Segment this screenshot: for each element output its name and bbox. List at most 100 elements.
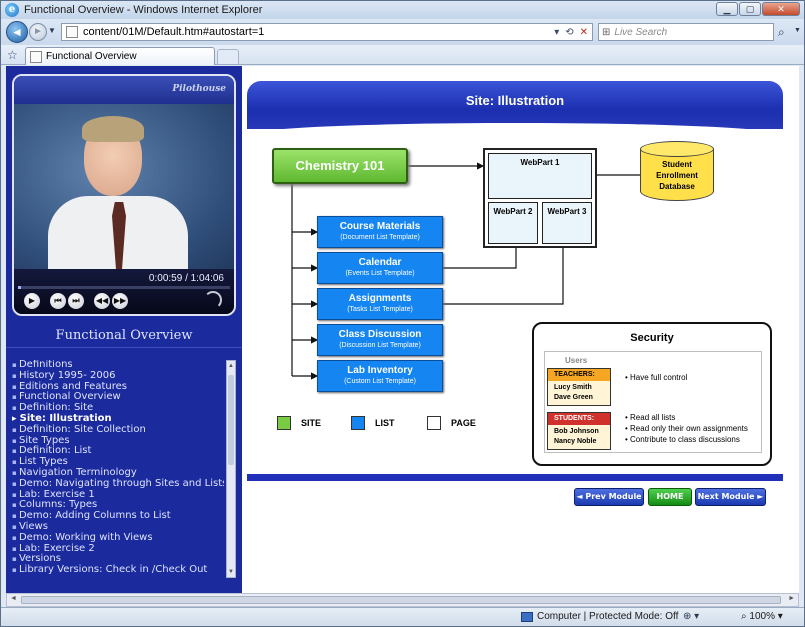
topic-item[interactable]: Library Versions: Check in /Check Out — [12, 564, 224, 576]
search-options-dropdown-icon[interactable]: ▼ — [794, 27, 801, 34]
zoom-dropdown-icon[interactable]: ▾ — [778, 611, 783, 622]
webpart-2: WebPart 2 — [488, 202, 538, 244]
video-progress-bar[interactable] — [18, 286, 230, 289]
url-field[interactable]: content/01M/Default.htm#autostart=1 ▾ ⟲ … — [61, 23, 593, 41]
live-search-logo-icon: ⊞ — [602, 26, 611, 38]
security-panel: Security Users TEACHERS: Lucy Smith Dave… — [532, 322, 772, 466]
scroll-down-icon[interactable]: ▼ — [228, 569, 234, 575]
list-box-lab-inventory: Lab Inventory (Custom List Template) — [317, 360, 443, 392]
list-box-class-discussion: Class Discussion (Discussion List Templa… — [317, 324, 443, 356]
security-title: Security — [630, 332, 674, 344]
legend-swatch-site — [277, 416, 291, 430]
prev-module-button[interactable]: ◄ Prev Module — [574, 488, 644, 506]
list-template: (Document List Template) — [340, 234, 420, 241]
database-label-line: Database — [659, 182, 695, 191]
next-module-button[interactable]: Next Module ► — [695, 488, 766, 506]
scroll-thumb[interactable] — [228, 375, 234, 465]
scroll-up-icon[interactable]: ▲ — [228, 363, 234, 369]
stop-icon[interactable]: ✕ — [580, 27, 588, 38]
pilothouse-logo: Pilothouse — [172, 84, 226, 94]
video-header: Pilothouse — [14, 76, 234, 104]
tab-page-icon — [30, 50, 42, 63]
list-template: (Events List Template) — [345, 270, 415, 277]
protected-mode-icon[interactable]: ⊕ ▾ — [683, 611, 699, 622]
rewind-icon[interactable]: ◀◀ — [94, 293, 110, 309]
list-template: (Custom List Template) — [344, 378, 416, 385]
slide-title: Site: Illustration — [465, 93, 565, 108]
forward-arrow-icon[interactable]: ► — [29, 23, 47, 41]
teacher-permission: Have full control — [625, 372, 687, 383]
list-box-assignments: Assignments (Tasks List Template) — [317, 288, 443, 320]
video-time: 0:00:59 / 1:04:06 — [148, 273, 224, 284]
skip-forward-icon[interactable]: ⏭ — [68, 293, 84, 309]
site-diagram: Chemistry 101 Course Materials (Document… — [247, 136, 783, 466]
tab-label: Functional Overview — [46, 51, 137, 62]
scroll-right-icon[interactable]: ► — [788, 595, 795, 602]
skip-back-icon[interactable]: ⏮ — [50, 293, 66, 309]
students-group: STUDENTS: Bob Johnson Nancy Noble — [547, 412, 611, 450]
list-title: Lab Inventory — [347, 365, 413, 376]
address-dropdown-icon[interactable]: ▾ — [554, 27, 559, 38]
legend-site: SITE — [277, 416, 321, 430]
maximize-icon[interactable]: ▢ — [739, 2, 761, 16]
video-frame[interactable] — [14, 104, 234, 276]
url-text: content/01M/Default.htm#autostart=1 — [83, 26, 265, 38]
window-title: Functional Overview - Windows Internet E… — [24, 4, 263, 16]
security-users-box: Users TEACHERS: Lucy Smith Dave Green Ha… — [544, 351, 762, 453]
volume-icon[interactable] — [204, 291, 222, 309]
zoom-control[interactable]: ⌕ 100% ▾ — [741, 611, 783, 622]
page-box: WebPart 1 WebPart 2 WebPart 3 — [483, 148, 597, 248]
status-bar: Computer | Protected Mode: Off ⊕ ▾ ⌕ 100… — [1, 607, 804, 626]
slide-divider — [247, 474, 783, 481]
home-button[interactable]: HOME — [648, 488, 692, 506]
tabs-bar: ☆ Functional Overview — [1, 45, 804, 65]
list-title: Course Materials — [339, 221, 421, 232]
refresh-icon[interactable]: ⟲ — [565, 27, 573, 38]
database-label-line: Enrollment — [656, 171, 698, 180]
students-role: STUDENTS: — [548, 413, 610, 425]
topic-list-scrollbar[interactable]: ▲ ▼ — [226, 360, 236, 578]
user-name: Bob Johnson — [554, 428, 599, 435]
database-label: Student Enrollment Database — [640, 159, 714, 192]
favorites-star-icon[interactable]: ☆ — [7, 48, 21, 62]
magnifier-icon[interactable]: ⌕ — [778, 25, 785, 40]
topic-item[interactable]: Definition: Site Collection — [12, 424, 224, 436]
users-label: Users — [565, 356, 588, 365]
user-name: Dave Green — [554, 394, 593, 401]
minimize-icon[interactable]: ▁ — [716, 2, 738, 16]
horizontal-scroll-thumb[interactable] — [21, 596, 781, 604]
user-name: Nancy Noble — [554, 438, 597, 445]
back-arrow-icon[interactable]: ◄ — [6, 21, 28, 43]
recent-pages-dropdown-icon[interactable]: ▼ — [48, 26, 56, 35]
new-tab-button[interactable] — [217, 49, 239, 64]
student-permission: Read only their own assignments — [625, 423, 748, 434]
title-bar: e Functional Overview - Windows Internet… — [1, 1, 804, 19]
ie-logo-icon: e — [5, 3, 19, 17]
horizontal-scrollbar[interactable]: ◄ ► — [6, 593, 799, 607]
legend-label: SITE — [301, 418, 322, 428]
students-names: Bob Johnson Nancy Noble — [548, 425, 610, 449]
topic-item[interactable]: Demo: Navigating through Sites and Lists — [12, 478, 224, 490]
scroll-left-icon[interactable]: ◄ — [10, 595, 17, 602]
topic-item[interactable]: Demo: Working with Views — [12, 532, 224, 544]
url-tools: ▾ ⟲ ✕ — [554, 24, 592, 40]
play-icon[interactable]: ▶ — [24, 293, 40, 309]
list-template: (Discussion List Template) — [339, 342, 421, 349]
tab-functional-overview[interactable]: Functional Overview — [25, 47, 215, 65]
teachers-group: TEACHERS: Lucy Smith Dave Green — [547, 368, 611, 406]
page-content: Pilothouse 0:00:59 / 1:04:06 ▶ ⏮ ⏭ ◀◀ ▶▶… — [6, 66, 799, 593]
fast-forward-icon[interactable]: ▶▶ — [112, 293, 128, 309]
legend-swatch-list — [351, 416, 365, 430]
topic-item[interactable]: History 1995- 2006 — [12, 370, 224, 382]
list-template: (Tasks List Template) — [347, 306, 413, 313]
student-enrollment-database: Student Enrollment Database — [640, 141, 714, 207]
close-icon[interactable]: ✕ — [762, 2, 800, 16]
site-box-chemistry: Chemistry 101 — [272, 148, 408, 184]
security-zone[interactable]: Computer | Protected Mode: Off — [521, 611, 678, 622]
legend-page: PAGE — [427, 416, 476, 430]
legend-list: LIST — [351, 416, 395, 430]
search-input[interactable]: ⊞ Live Search — [598, 23, 774, 41]
search-placeholder: Live Search — [614, 26, 668, 38]
webpart-1: WebPart 1 — [488, 153, 592, 199]
list-title: Assignments — [348, 293, 412, 304]
